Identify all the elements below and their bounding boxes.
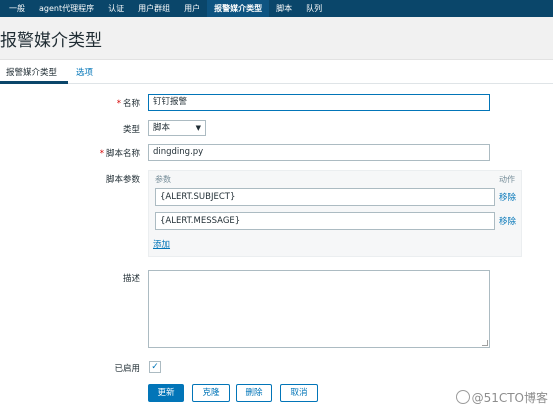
param-input-subject[interactable]: {ALERT.SUBJECT} bbox=[155, 188, 495, 206]
enabled-label: 已启用 bbox=[114, 364, 140, 374]
top-navigation-bar: 一般 agent代理程序 认证 用户群组 用户 报警媒介类型 脚本 队列 bbox=[0, 0, 553, 17]
type-label: 类型 bbox=[122, 125, 140, 135]
type-select-value: 脚本 bbox=[153, 123, 171, 133]
nav-item-agent-proxy[interactable]: agent代理程序 bbox=[32, 0, 101, 17]
script-name-label: * 脚本名称 bbox=[100, 147, 140, 159]
tab-options[interactable]: 选项 bbox=[76, 66, 93, 78]
nav-item-general[interactable]: 一般 bbox=[2, 0, 32, 17]
action-column-header: 动作 bbox=[499, 175, 515, 184]
name-input[interactable]: 钉钉报警 bbox=[148, 94, 490, 111]
remove-param-message-link[interactable]: 移除 bbox=[499, 215, 516, 227]
required-mark: * bbox=[116, 99, 121, 109]
name-label-text: 名称 bbox=[122, 99, 140, 109]
page-header: 报警媒介类型 bbox=[0, 17, 553, 60]
param-input-message[interactable]: {ALERT.MESSAGE} bbox=[155, 212, 495, 230]
nav-item-authentication[interactable]: 认证 bbox=[101, 0, 131, 17]
script-name-input[interactable]: dingding.py bbox=[148, 144, 490, 161]
required-mark: * bbox=[99, 149, 104, 159]
script-name-label-text: 脚本名称 bbox=[105, 149, 140, 159]
nav-item-user-groups[interactable]: 用户群组 bbox=[131, 0, 177, 17]
name-label: * 名称 bbox=[117, 97, 140, 109]
cancel-button[interactable]: 取消 bbox=[280, 384, 318, 402]
watermark: @51CTO博客 bbox=[455, 389, 548, 406]
params-column-header: 参数 bbox=[155, 175, 171, 184]
watermark-text: @51CTO博客 bbox=[471, 391, 548, 405]
resize-grip-icon[interactable] bbox=[482, 340, 488, 346]
update-button[interactable]: 更新 bbox=[148, 384, 184, 402]
dropdown-caret-icon: ▼ bbox=[195, 124, 201, 132]
type-select[interactable]: 脚本 ▼ bbox=[148, 120, 206, 136]
page-title: 报警媒介类型 bbox=[0, 31, 102, 51]
checkmark-icon: ✓ bbox=[151, 362, 159, 372]
delete-button[interactable]: 删除 bbox=[236, 384, 272, 402]
nav-item-users[interactable]: 用户 bbox=[177, 0, 207, 17]
description-label: 描述 bbox=[122, 274, 140, 284]
description-textarea[interactable] bbox=[148, 270, 490, 348]
active-tab-indicator bbox=[0, 81, 68, 84]
script-params-table: 参数 动作 {ALERT.SUBJECT} 移除 {ALERT.MESSAGE}… bbox=[148, 170, 522, 257]
remove-param-subject-link[interactable]: 移除 bbox=[499, 191, 516, 203]
nav-item-scripts[interactable]: 脚本 bbox=[269, 0, 299, 17]
tab-bar: 报警媒介类型 选项 bbox=[0, 60, 553, 84]
add-param-link[interactable]: 添加 bbox=[153, 238, 170, 250]
script-params-label: 脚本参数 bbox=[105, 175, 140, 185]
nav-item-queue[interactable]: 队列 bbox=[299, 0, 329, 17]
tab-media-type[interactable]: 报警媒介类型 bbox=[6, 66, 57, 78]
clone-button[interactable]: 克隆 bbox=[192, 384, 230, 402]
nav-item-media-types[interactable]: 报警媒介类型 bbox=[207, 0, 270, 17]
watermark-logo-icon bbox=[455, 390, 470, 404]
enabled-checkbox[interactable]: ✓ bbox=[149, 361, 161, 373]
